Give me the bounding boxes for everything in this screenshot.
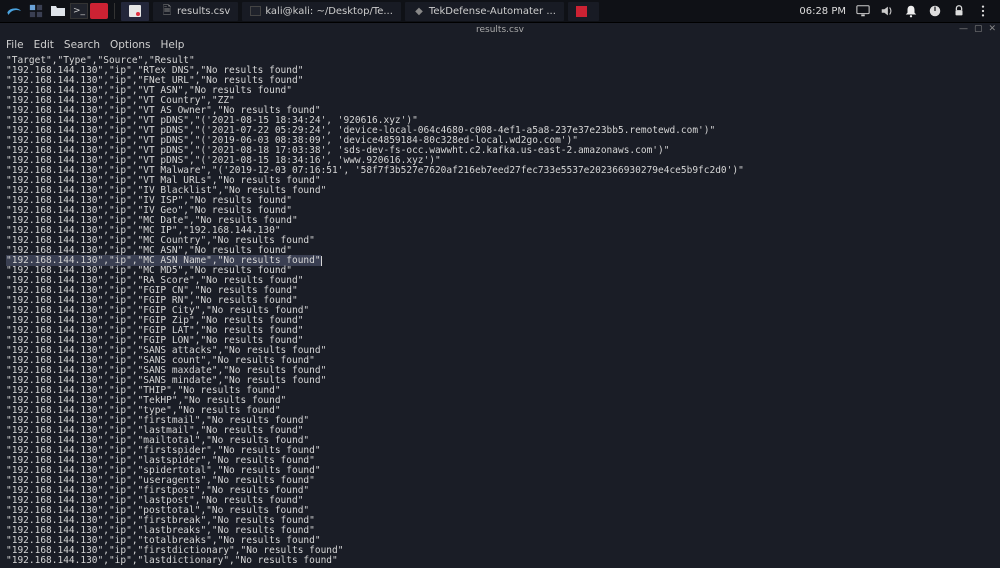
red-app-icon — [576, 6, 587, 17]
menubar: File Edit Search Options Help — [0, 36, 1000, 54]
menu-search[interactable]: Search — [64, 39, 100, 51]
file-manager-icon[interactable] — [48, 1, 68, 21]
menu-edit[interactable]: Edit — [34, 39, 54, 51]
task-label: kali@kali: ~/Desktop/Te... — [265, 6, 393, 17]
taskbar: >_ 🗎 results.csv kali@kali: ~/Desktop/Te… — [0, 0, 1000, 23]
clock[interactable]: 06:28 PM — [799, 6, 846, 17]
task-label: results.csv — [177, 6, 230, 17]
app-launcher-icon[interactable] — [90, 3, 108, 19]
task-item-editor[interactable] — [121, 2, 149, 21]
window-title: results.csv — [476, 25, 524, 35]
document-icon — [129, 5, 141, 17]
close-button[interactable]: ✕ — [988, 24, 996, 34]
window-controls: — ▢ ✕ — [959, 24, 996, 34]
taskbar-left: >_ 🗎 results.csv kali@kali: ~/Desktop/Te… — [4, 1, 601, 21]
minimize-button[interactable]: — — [959, 24, 968, 34]
task-item-red[interactable] — [568, 2, 599, 21]
lock-icon[interactable] — [952, 4, 966, 18]
kali-menu-icon[interactable] — [4, 1, 24, 21]
menu-file[interactable]: File — [6, 39, 24, 51]
system-tray: 06:28 PM — [799, 4, 996, 18]
notification-icon[interactable] — [904, 4, 918, 18]
file-content[interactable]: "Target","Type","Source","Result""192.16… — [0, 54, 1000, 568]
task-label: TekDefense-Automater ... — [429, 6, 556, 17]
terminal-icon — [250, 6, 261, 16]
menu-icon[interactable] — [976, 4, 990, 18]
csv-row: "192.168.144.130","ip","lastdictionary",… — [6, 556, 994, 566]
task-item-results[interactable]: 🗎 results.csv — [153, 2, 238, 21]
workspace-icon[interactable] — [26, 1, 46, 21]
menu-options[interactable]: Options — [110, 39, 151, 51]
task-item-terminal[interactable]: kali@kali: ~/Desktop/Te... — [242, 2, 401, 21]
taskbar-divider — [114, 3, 115, 19]
package-icon: ◆ — [413, 5, 425, 17]
menu-help[interactable]: Help — [161, 39, 185, 51]
volume-icon[interactable] — [880, 4, 894, 18]
maximize-button[interactable]: ▢ — [974, 24, 983, 34]
terminal-launcher-icon[interactable]: >_ — [70, 3, 88, 19]
display-icon[interactable] — [856, 4, 870, 18]
task-item-tekdefense[interactable]: ◆ TekDefense-Automater ... — [405, 2, 564, 21]
power-icon[interactable] — [928, 4, 942, 18]
window-title-bar: results.csv — ▢ ✕ — [0, 23, 1000, 36]
text-file-icon: 🗎 — [161, 5, 173, 17]
